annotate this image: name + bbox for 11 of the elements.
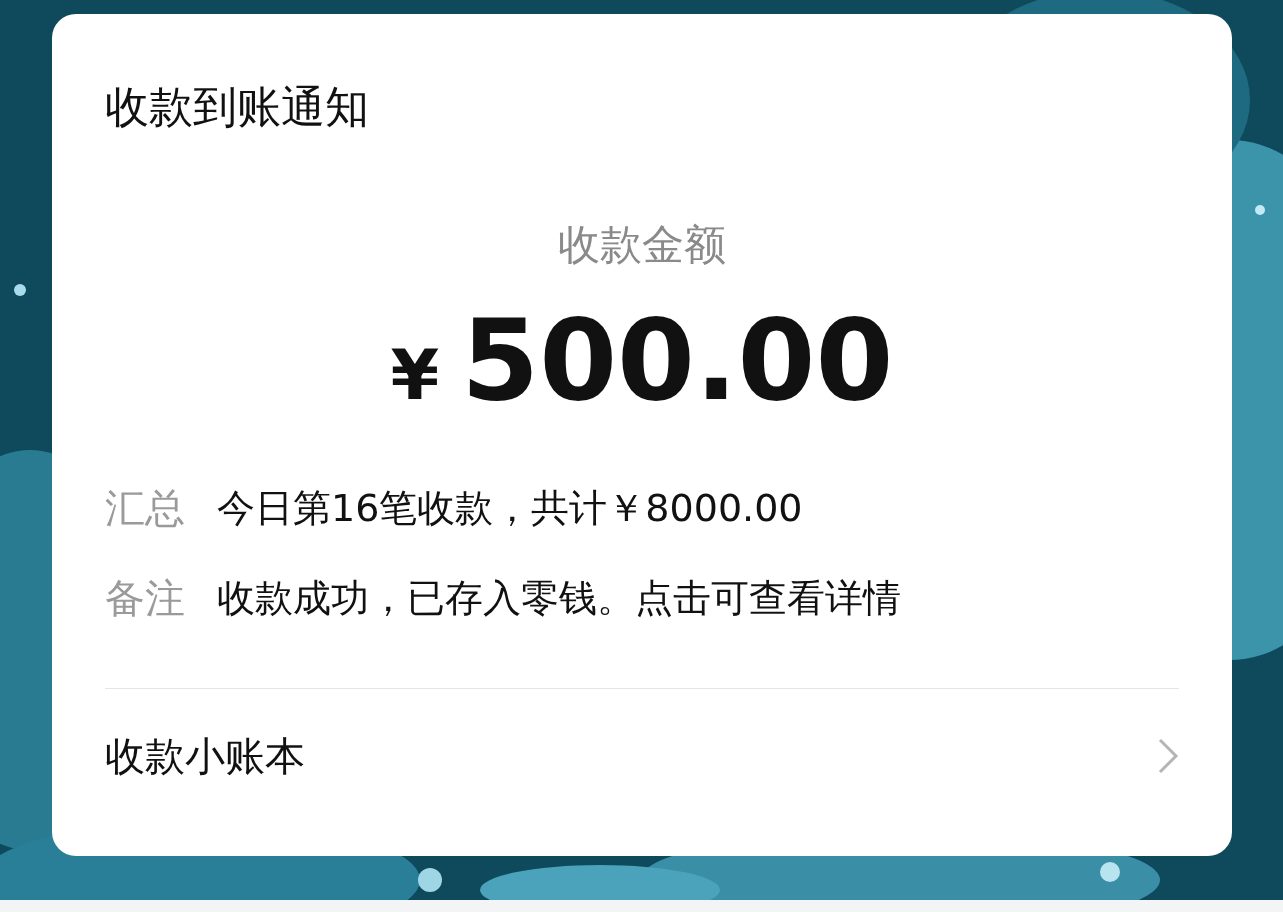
detail-value: 收款成功，已存入零钱。点击可查看详情 [217,575,901,622]
notification-card[interactable]: 收款到账通知 收款金额 ¥ 500.00 汇总 今日第16笔收款，共计￥8000.00 备注 收款成功，已存入零钱。点击可查看详情 收款小账本 [52,14,1232,856]
detail-label: 汇总 [105,484,185,533]
card-title: 收款到账通知 [105,82,370,132]
detail-label: 备注 [105,574,185,623]
ledger-link[interactable]: 收款小账本 [105,726,305,786]
chevron-right-icon [1157,737,1179,775]
currency-symbol: ¥ [390,333,440,418]
amount-value: 500.00 [461,300,894,420]
amount-label: 收款金额 [558,220,726,270]
detail-value: 今日第16笔收款，共计￥8000.00 [217,485,803,532]
